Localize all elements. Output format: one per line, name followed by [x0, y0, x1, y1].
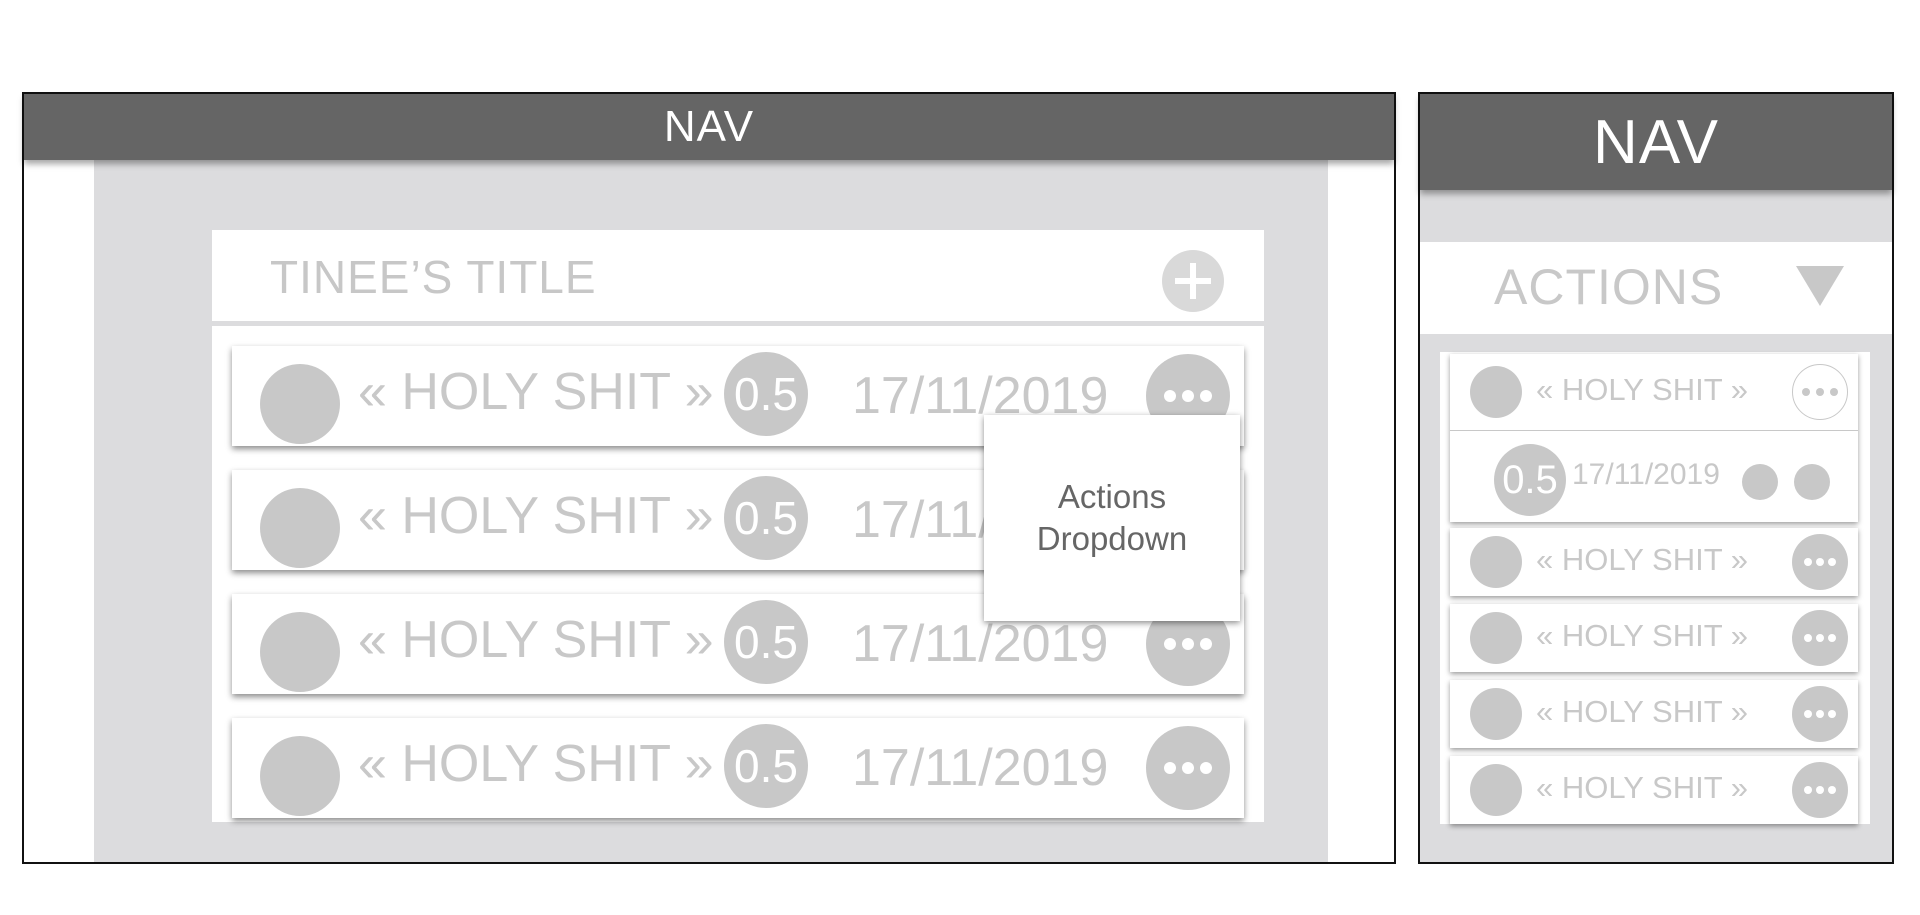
avatar — [260, 364, 340, 444]
item-name: « HOLY SHIT » — [1536, 542, 1748, 577]
avatar — [1470, 764, 1522, 816]
avatar — [1470, 366, 1522, 418]
list-item[interactable]: « HOLY SHIT » — [1450, 756, 1858, 824]
item-name: « HOLY SHIT » — [1536, 618, 1748, 653]
more-actions-button[interactable] — [1792, 762, 1848, 818]
more-dots-icon — [1802, 388, 1838, 396]
list-item[interactable]: « HOLY SHIT » 0.5 17/11/2019 — [232, 718, 1244, 818]
list-item[interactable]: « HOLY SHIT » — [1450, 528, 1858, 596]
avatar — [1470, 612, 1522, 664]
add-button[interactable] — [1162, 250, 1224, 312]
list-item[interactable]: « HOLY SHIT » — [1450, 604, 1858, 672]
item-name: « HOLY SHIT » — [358, 363, 714, 421]
desktop-nav-bar[interactable]: NAV — [24, 94, 1394, 160]
mobile-actions-dropdown[interactable]: ACTIONS — [1420, 242, 1892, 334]
page-title: TINEE’S TITLE — [270, 251, 597, 303]
more-actions-button[interactable] — [1792, 686, 1848, 742]
mobile-nav-bar[interactable]: NAV — [1420, 94, 1892, 190]
score-badge: 0.5 — [1494, 444, 1566, 516]
mobile-frame: NAV ACTIONS « HOLY SHIT » 0.5 17/11/2019… — [1418, 92, 1894, 864]
dropdown-label-line1: Actions — [1057, 478, 1167, 515]
more-actions-button[interactable] — [1146, 726, 1230, 810]
item-name: « HOLY SHIT » — [358, 611, 714, 669]
item-name: « HOLY SHIT » — [1536, 770, 1748, 805]
plus-icon — [1175, 263, 1211, 299]
more-dots-icon — [1804, 558, 1836, 566]
expanded-list-item[interactable]: « HOLY SHIT » 0.5 17/11/2019 — [1450, 354, 1858, 522]
score-badge: 0.5 — [724, 352, 808, 436]
item-date: 17/11/2019 — [1572, 458, 1720, 491]
mobile-list: « HOLY SHIT » 0.5 17/11/2019 « HOLY SHIT… — [1440, 352, 1870, 824]
more-dots-icon — [1164, 638, 1212, 650]
avatar — [260, 488, 340, 568]
item-name: « HOLY SHIT » — [1536, 694, 1748, 729]
more-actions-button[interactable] — [1792, 610, 1848, 666]
item-name: « HOLY SHIT » — [358, 735, 714, 793]
item-date: 17/11/2019 — [852, 615, 1109, 673]
more-dots-icon — [1804, 710, 1836, 718]
actions-dropdown-menu[interactable]: Actions Dropdown — [984, 415, 1240, 621]
avatar — [1470, 688, 1522, 740]
desktop-nav-label: NAV — [663, 102, 755, 151]
mobile-nav-label: NAV — [1593, 107, 1719, 177]
score-badge: 0.5 — [724, 600, 808, 684]
list-item[interactable]: « HOLY SHIT » — [1450, 680, 1858, 748]
item-name: « HOLY SHIT » — [358, 487, 714, 545]
avatar — [260, 736, 340, 816]
avatar — [260, 612, 340, 692]
expanded-item-header: « HOLY SHIT » — [1450, 354, 1858, 431]
desktop-list-header: TINEE’S TITLE — [212, 230, 1264, 326]
item-date: 17/11/2019 — [852, 739, 1109, 797]
more-dots-icon — [1804, 634, 1836, 642]
score-badge: 0.5 — [724, 724, 808, 808]
more-dots-icon — [1804, 786, 1836, 794]
actions-label: ACTIONS — [1494, 259, 1724, 315]
item-name: « HOLY SHIT » — [1536, 372, 1748, 407]
action-circle-button[interactable] — [1794, 464, 1830, 500]
more-dots-icon — [1164, 390, 1212, 402]
more-actions-button[interactable] — [1792, 364, 1848, 420]
avatar — [1470, 536, 1522, 588]
score-badge: 0.5 — [724, 476, 808, 560]
more-dots-icon — [1164, 762, 1212, 774]
dropdown-label-line2: Dropdown — [1036, 520, 1188, 557]
caret-down-icon — [1796, 266, 1844, 306]
action-circle-button[interactable] — [1742, 464, 1778, 500]
more-actions-button[interactable] — [1792, 534, 1848, 590]
